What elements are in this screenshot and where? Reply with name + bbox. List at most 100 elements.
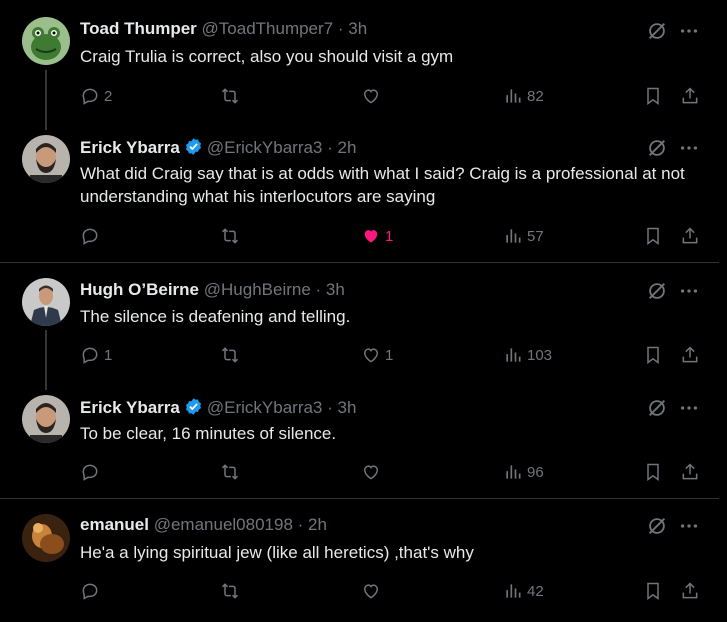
like-button[interactable]: 1 <box>361 344 393 366</box>
like-count: 1 <box>385 227 394 245</box>
more-icon[interactable] <box>678 515 700 537</box>
more-icon[interactable] <box>678 397 700 419</box>
like-button[interactable]: 1 <box>361 225 393 247</box>
share-icon <box>682 87 698 104</box>
display-name[interactable]: emanuel <box>80 515 149 534</box>
tweet-text: To be clear, 16 minutes of silence. <box>80 424 337 443</box>
bookmark-button[interactable] <box>643 344 663 366</box>
timestamp[interactable]: · 3h <box>316 280 345 299</box>
timestamp[interactable]: · 3h <box>338 19 367 38</box>
handle[interactable]: @ToadThumper7 <box>202 19 334 38</box>
avatar[interactable] <box>22 514 70 562</box>
more-icon[interactable] <box>678 280 700 302</box>
bookmark-button[interactable] <box>643 85 663 107</box>
divider <box>0 498 719 499</box>
share-button[interactable] <box>680 461 700 483</box>
tweet-text: The silence is deafening and telling. <box>80 307 351 326</box>
views-button[interactable]: 82 <box>503 85 544 107</box>
grok-icon[interactable] <box>646 397 668 419</box>
view-count: 103 <box>527 346 553 364</box>
share-icon <box>682 346 698 363</box>
frog-avatar-icon <box>22 17 70 65</box>
views-button[interactable]: 42 <box>503 580 544 602</box>
retweet-button[interactable] <box>220 225 240 247</box>
grok-icon[interactable] <box>646 280 668 302</box>
retweet-icon <box>221 228 239 244</box>
bookmark-icon <box>647 227 659 245</box>
reply-button[interactable] <box>80 225 100 247</box>
reply-count: 2 <box>104 87 113 105</box>
verified-badge-icon[interactable] <box>184 397 203 416</box>
reply-button[interactable]: 2 <box>80 85 112 107</box>
more-icon[interactable] <box>678 20 700 42</box>
heart-icon <box>363 89 379 104</box>
bookmark-icon <box>647 463 659 481</box>
tweet-text: Craig Trulia is correct, also you should… <box>80 47 454 66</box>
handle[interactable]: @ErickYbarra3 <box>207 398 323 417</box>
share-button[interactable] <box>680 85 700 107</box>
share-button[interactable] <box>680 344 700 366</box>
reply-button[interactable] <box>80 580 100 602</box>
more-icon[interactable] <box>678 137 700 159</box>
avatar[interactable] <box>22 395 70 443</box>
painting-avatar-icon <box>22 514 70 562</box>
view-count: 96 <box>527 463 544 481</box>
avatar[interactable] <box>22 17 70 65</box>
avatar[interactable] <box>22 278 70 326</box>
reply-icon <box>82 347 98 364</box>
view-count: 42 <box>527 582 544 600</box>
grok-icon[interactable] <box>646 20 668 42</box>
scrollbar[interactable] <box>719 0 727 622</box>
heart-icon <box>363 584 379 599</box>
reply-icon <box>82 464 98 481</box>
bookmark-icon <box>647 582 659 600</box>
bookmark-button[interactable] <box>643 580 663 602</box>
reply-count: 1 <box>104 346 113 364</box>
heart-icon <box>363 348 379 363</box>
display-name[interactable]: Erick Ybarra <box>80 398 180 417</box>
timestamp[interactable]: · 3h <box>327 398 356 417</box>
handle[interactable]: @HughBeirne <box>204 280 311 299</box>
timestamp[interactable]: · 2h <box>298 515 327 534</box>
share-icon <box>682 463 698 480</box>
tweet-header: emanuel @emanuel080198 · 2h <box>80 515 327 535</box>
grok-icon[interactable] <box>646 515 668 537</box>
display-name[interactable]: Hugh O’Beirne <box>80 280 199 299</box>
timestamp[interactable]: · 2h <box>327 138 356 157</box>
analytics-icon <box>506 465 521 479</box>
views-button[interactable]: 96 <box>503 461 544 483</box>
retweet-button[interactable] <box>220 344 240 366</box>
thread-line <box>45 330 47 390</box>
divider <box>0 262 719 263</box>
retweet-icon <box>221 583 239 599</box>
like-count: 1 <box>385 346 394 364</box>
handle[interactable]: @ErickYbarra3 <box>207 138 323 157</box>
tweet-header: Toad Thumper @ToadThumper7 · 3h <box>80 19 367 39</box>
verified-badge-icon[interactable] <box>184 137 203 156</box>
avatar[interactable] <box>22 135 70 183</box>
share-button[interactable] <box>680 580 700 602</box>
view-count: 57 <box>527 227 544 245</box>
grok-icon[interactable] <box>646 137 668 159</box>
retweet-button[interactable] <box>220 580 240 602</box>
views-button[interactable]: 57 <box>503 225 544 247</box>
tweet-header: Hugh O’Beirne @HughBeirne · 3h <box>80 280 345 300</box>
like-button[interactable] <box>361 85 381 107</box>
display-name[interactable]: Erick Ybarra <box>80 138 180 157</box>
reply-button[interactable]: 1 <box>80 344 112 366</box>
reply-button[interactable] <box>80 461 100 483</box>
like-button[interactable] <box>361 580 381 602</box>
bookmark-button[interactable] <box>643 225 663 247</box>
share-button[interactable] <box>680 225 700 247</box>
handle[interactable]: @emanuel080198 <box>154 515 293 534</box>
share-icon <box>682 582 698 599</box>
display-name[interactable]: Toad Thumper <box>80 19 197 38</box>
thread-line <box>45 70 47 130</box>
like-button[interactable] <box>361 461 381 483</box>
views-button[interactable]: 103 <box>503 344 552 366</box>
retweet-button[interactable] <box>220 461 240 483</box>
bookmark-button[interactable] <box>643 461 663 483</box>
reply-icon <box>82 583 98 600</box>
analytics-icon <box>506 348 521 362</box>
retweet-button[interactable] <box>220 85 240 107</box>
